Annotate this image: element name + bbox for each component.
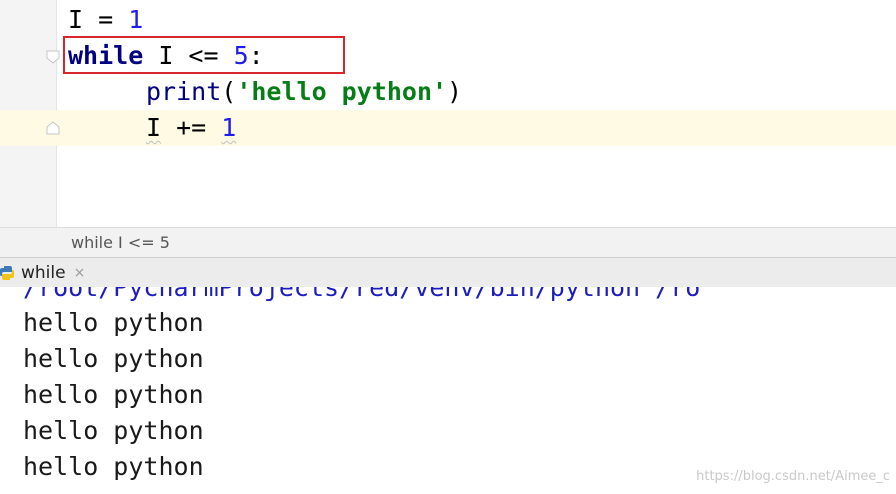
console-output-line: hello python (23, 380, 204, 409)
run-tab-while[interactable]: while × (0, 258, 85, 288)
python-icon (0, 266, 14, 280)
token-paren-open: ( (221, 77, 237, 106)
code-line-1[interactable]: I = 1 (68, 2, 143, 38)
code-editor[interactable]: I = 1 while I <= 5: print('hello python'… (0, 0, 896, 227)
console-output-line: hello python (23, 452, 204, 481)
token-string: 'hello python' (236, 77, 448, 106)
watermark: https://blog.csdn.net/Aimee_c (696, 469, 890, 484)
annotation-highlight-box (63, 36, 345, 74)
breadcrumb[interactable]: while I <= 5 (71, 233, 170, 252)
close-icon[interactable]: × (74, 265, 86, 281)
fold-end-icon[interactable] (46, 121, 60, 135)
token-function: print (146, 77, 222, 106)
token-op: += (161, 113, 222, 142)
caret-line-highlight (0, 110, 896, 146)
breadcrumb-bar: while I <= 5 (0, 227, 896, 257)
code-line-3[interactable]: print('hello python') (146, 74, 462, 110)
token-op: = (83, 5, 129, 34)
token-number: 1 (128, 5, 144, 34)
token-number: 1 (221, 113, 237, 142)
console-command-line: /root/PycharmProjects/red/venv/bin/pytho… (23, 287, 701, 302)
run-tool-window-tabs: while × (0, 257, 896, 287)
token-paren-close: ) (447, 77, 463, 106)
fold-icon[interactable] (46, 50, 60, 64)
console-output-line: hello python (23, 344, 204, 373)
code-line-4[interactable]: I += 1 (146, 110, 236, 146)
token-var: I (146, 113, 162, 142)
run-tab-label: while (21, 263, 66, 283)
run-console[interactable]: /root/PycharmProjects/red/venv/bin/pytho… (0, 287, 896, 494)
console-output-line: hello python (23, 416, 204, 445)
token-var: I (68, 5, 84, 34)
console-output-line: hello python (23, 308, 204, 337)
